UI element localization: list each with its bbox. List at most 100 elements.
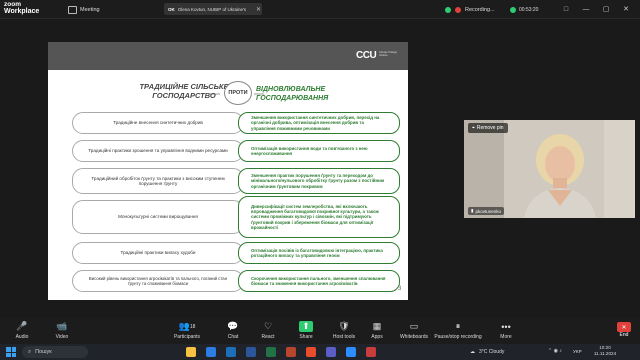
react-label: React — [261, 334, 275, 340]
minimize-icon[interactable]: — — [580, 3, 592, 15]
participants-count: 18 — [189, 323, 196, 330]
end-icon: ✕ — [617, 322, 631, 332]
view-icon[interactable]: □ — [560, 3, 572, 15]
react-button[interactable]: ♡ React — [248, 321, 288, 340]
share-text: Olena Kovtun, NUBIP of Ukraine's — [177, 6, 247, 12]
weather-icon: ☁ — [470, 349, 475, 355]
meeting-timer: 00:53:20 — [510, 4, 538, 15]
host-tools-label: Host tools — [332, 334, 356, 340]
versus-badge: ПРОТИ — [224, 81, 252, 105]
teams-icon[interactable] — [326, 347, 336, 357]
outlook-icon[interactable] — [226, 347, 236, 357]
end-label: End — [619, 332, 629, 338]
video-button[interactable]: 📹 Video — [42, 321, 82, 340]
meeting-toolbar: 🎤 Audio 📹 Video 👥 18 Participants 💬 Chat … — [0, 318, 640, 344]
heart-icon: ♡ — [263, 321, 273, 331]
share-label: Share — [299, 334, 313, 340]
participant-name-tag: ▮ pkovtunenko — [468, 207, 505, 215]
regenerative-item: Зменшення використання синтетичних добри… — [238, 112, 400, 134]
acrobat-icon[interactable] — [366, 347, 376, 357]
excel-icon[interactable] — [266, 347, 276, 357]
remove-pin-button[interactable]: ⌖ Remove pin — [468, 123, 508, 133]
logo-line2: Workplace — [4, 8, 40, 15]
participant-video[interactable]: ⌖ Remove pin ▮ pkovtunenko — [464, 120, 635, 218]
chat-button[interactable]: 💬 Chat — [213, 321, 253, 340]
zoom-icon[interactable] — [346, 347, 356, 357]
recording-indicator[interactable]: Recording... — [445, 4, 495, 15]
window-close-icon[interactable]: ✕ — [620, 3, 632, 15]
video-label: Video — [55, 334, 69, 340]
traditional-item: Традиційний обробіток ґрунту та практики… — [72, 168, 244, 194]
more-button[interactable]: ••• More — [486, 321, 526, 341]
maximize-icon[interactable]: ▢ — [600, 3, 612, 15]
pause-stop-label: Pause/stop recording — [434, 334, 482, 340]
more-label: More — [500, 334, 512, 340]
slide-page-number: 3 — [398, 286, 402, 292]
edge-icon[interactable] — [206, 347, 216, 357]
chat-icon: 💬 — [227, 321, 239, 331]
shield-icon — [445, 6, 451, 13]
apps-label: Apps — [371, 334, 383, 340]
audio-button[interactable]: 🎤 Audio — [2, 321, 42, 340]
language-indicator[interactable]: УКР — [573, 349, 582, 354]
participant-name: pkovtunenko — [475, 208, 502, 214]
regenerative-item: Диверсифікації систем землеробства, які … — [238, 196, 400, 238]
weather-label: 3°C Cloudy — [479, 349, 505, 355]
taskbar-search[interactable]: ⌕ Пошук — [22, 346, 88, 358]
file-explorer-icon[interactable] — [186, 347, 196, 357]
windows-taskbar: ⌕ Пошук ☁ 3°C Cloudy ⌃ ◉ ♪ УКР 10:20 11.… — [0, 344, 640, 360]
remove-pin-label: Remove pin — [476, 125, 504, 131]
traditional-item: Монокультурні системи вирощування — [72, 200, 244, 234]
share-button[interactable]: ⬆ Share — [286, 321, 326, 340]
screen-share-indicator[interactable]: OK Olena Kovtun, NUBIP of Ukraine's — [164, 3, 262, 15]
meeting-menu-button[interactable]: Meeting — [68, 3, 100, 16]
shared-slide: CCU Climate Change Ukraine ТРАДИЦІЙНЕ СІ… — [48, 42, 408, 300]
traditional-item: Традиційні практики зрошення та управлін… — [72, 140, 244, 162]
apps-button[interactable]: ▦ Apps — [357, 321, 397, 340]
system-tray: ☁ 3°C Cloudy — [470, 346, 504, 358]
traditional-item: Традиційні практики випасу худоби — [72, 242, 244, 264]
whiteboard-icon: ▭ — [409, 321, 419, 331]
word-icon[interactable] — [246, 347, 256, 357]
left-column-title: ТРАДИЦІЙНЕ СІЛЬСЬКЕ ГОСПОДАРСТВО — [139, 82, 229, 100]
microphone-icon: 🎤 — [16, 321, 28, 331]
share-icon: ⬆ — [299, 321, 313, 332]
traditional-item: Високий рівень використання агрохімікаті… — [72, 270, 244, 292]
recording-label: Recording... — [465, 6, 495, 13]
pause-icon: ⏸ — [455, 321, 461, 331]
shield-icon: 🛡 — [338, 321, 350, 331]
close-icon[interactable]: ✕ — [256, 3, 265, 15]
participants-glyph: 👥 — [178, 321, 190, 331]
logo-line1: zoom — [4, 1, 21, 8]
participants-button[interactable]: 👥 18 Participants — [167, 321, 207, 340]
more-icon: ••• — [501, 321, 511, 332]
whiteboards-label: Whiteboards — [399, 334, 429, 340]
chrome-icon[interactable] — [306, 347, 316, 357]
audio-label: Audio — [15, 334, 29, 340]
chat-label: Chat — [227, 334, 239, 340]
regenerative-item: Оптимізація посівів із багатовидовою інт… — [238, 242, 400, 264]
timer-value: 00:53:20 — [519, 6, 539, 13]
tray-icons[interactable]: ⌃ ◉ ♪ — [548, 348, 562, 354]
regenerative-item: Скорочення використання пального, зменше… — [238, 270, 400, 292]
powerpoint-icon[interactable] — [286, 347, 296, 357]
pause-stop-recording-button[interactable]: ⏸ Pause/stop recording — [428, 321, 488, 340]
signal-icon: ▮ — [471, 208, 474, 213]
windows-start-icon[interactable] — [6, 347, 16, 357]
meeting-label: Meeting — [80, 6, 100, 13]
share-prefix: OK — [168, 6, 175, 12]
status-icon — [510, 6, 516, 13]
meeting-icon — [68, 5, 77, 14]
right-column-title: ВІДНОВЛЮВАЛЬНЕ ГОСПОДАРЮВАННЯ — [256, 86, 329, 102]
regenerative-item: Оптимізація використання води та пов'яза… — [238, 140, 400, 162]
zoom-logo: zoom Workplace — [4, 1, 39, 15]
search-placeholder: Пошук — [35, 349, 52, 355]
end-button[interactable]: ✕ End — [613, 322, 635, 339]
participant-image — [464, 120, 635, 218]
clock-date: 11.11.2024 — [593, 351, 617, 356]
regenerative-item: Зменшення практик порушення ґрунту та пе… — [238, 168, 400, 194]
participants-label: Participants — [173, 334, 201, 340]
pin-icon: ⌖ — [472, 125, 475, 131]
taskbar-clock[interactable]: 10:20 11.11.2024 — [588, 345, 622, 357]
title-bar: zoom Workplace Meeting OK Olena Kovtun, … — [0, 0, 640, 19]
